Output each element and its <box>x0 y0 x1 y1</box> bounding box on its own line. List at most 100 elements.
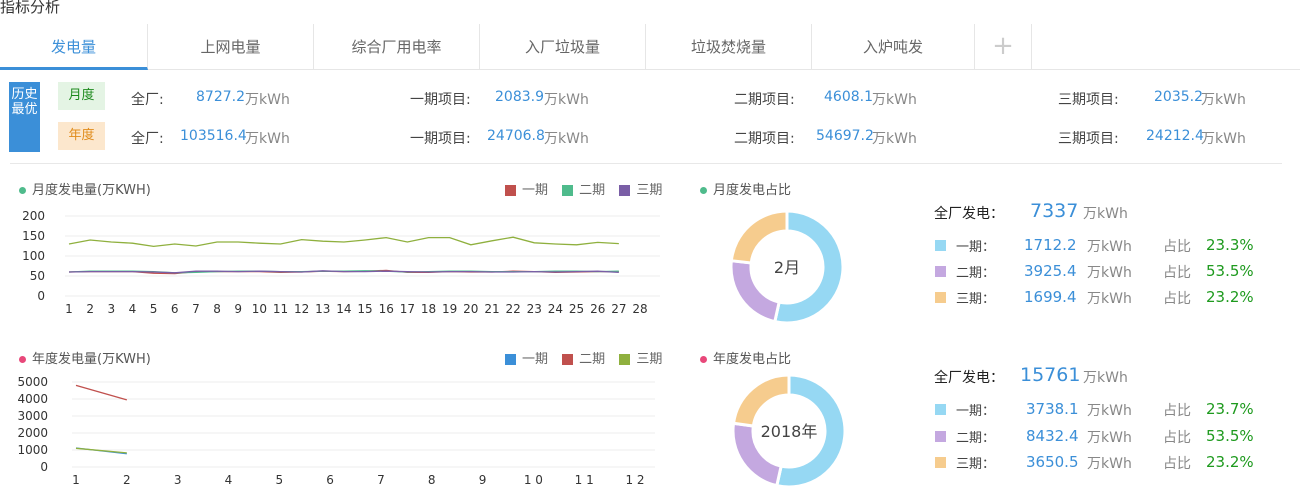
legend-swatch-icon <box>562 185 574 196</box>
legend-item-phase3[interactable]: 三期 <box>619 183 662 198</box>
x-tick-label: 10 <box>252 302 267 316</box>
y-tick-label: 50 <box>30 269 45 283</box>
legend-swatch-icon <box>619 185 631 196</box>
x-tick-label: 3 <box>174 473 182 487</box>
x-tick-label: 15 <box>357 302 372 316</box>
tab-plant-use-rate[interactable]: 综合厂用电率 <box>314 24 480 70</box>
yearly-phase2-pct: 53.5% <box>1206 427 1254 445</box>
x-tick-label: 14 <box>336 302 351 316</box>
x-tick-label: 12 <box>294 302 309 316</box>
x-tick-label: 1 <box>65 302 73 316</box>
x-tick-label: 9 <box>234 302 242 316</box>
tab-grid-power[interactable]: 上网电量 <box>148 24 314 70</box>
yearly-phase3-pct-label: 占比 <box>1163 456 1191 472</box>
monthly-phase1-swatch-icon <box>935 240 946 251</box>
x-tick-label: 1 1 <box>575 473 594 487</box>
monthly-phase1-pct: 23.3% <box>1206 236 1254 254</box>
legend-item-phase1[interactable]: 一期 <box>505 352 548 367</box>
yearly-phase1-swatch-icon <box>935 404 946 415</box>
x-tick-label: 16 <box>379 302 394 316</box>
donut-slice <box>729 259 781 324</box>
monthly-best-plant-value: 8727.2 <box>196 89 245 105</box>
monthly-best-phase1-unit: 万kWh <box>544 92 589 108</box>
y-tick-label: 3000 <box>17 409 48 423</box>
monthly-best-phase2-unit: 万kWh <box>872 92 917 108</box>
x-tick-label: 28 <box>632 302 647 316</box>
monthly-phase3-pct: 23.2% <box>1206 288 1254 306</box>
donut-center-label: 2月 <box>774 258 800 277</box>
series-line <box>75 447 127 454</box>
monthly-best-phase3-unit: 万kWh <box>1201 92 1246 108</box>
x-tick-label: 1 <box>72 473 80 487</box>
page-title: 指标分析 <box>0 0 61 16</box>
monthly-phase2-value: 3925.4 <box>1024 262 1077 280</box>
x-tick-label: 4 <box>129 302 137 316</box>
monthly-chart-legend: 一期 二期 三期 <box>505 179 662 198</box>
legend-item-phase1[interactable]: 一期 <box>505 183 548 198</box>
y-tick-label: 5000 <box>17 375 48 389</box>
x-tick-label: 6 <box>171 302 179 316</box>
yearly-pie-title: 年度发电占比 <box>700 348 791 367</box>
monthly-best-phase3-value: 2035.2 <box>1154 89 1203 105</box>
monthly-phase2-label: 二期： <box>956 266 996 281</box>
monthly-phase1-pct-label: 占比 <box>1163 239 1191 255</box>
add-tab-icon[interactable]: + <box>975 24 1032 70</box>
x-tick-label: 17 <box>400 302 415 316</box>
yearly-phase2-swatch-icon <box>935 431 946 442</box>
legend-item-phase2[interactable]: 二期 <box>562 352 605 367</box>
yearly-phase1-unit: 万kWh <box>1087 403 1132 419</box>
legend-item-phase2[interactable]: 二期 <box>562 183 605 198</box>
yearly-best-phase1-value: 24706.8 <box>487 128 545 144</box>
series-line <box>75 384 127 401</box>
yearly-best-phase3-value: 24212.4 <box>1146 128 1204 144</box>
yearly-donut-chart: 2018年 <box>731 373 847 489</box>
x-tick-label: 7 <box>377 473 385 487</box>
history-best-badge: 历史最优 <box>9 82 40 152</box>
monthly-chart-title-text: 月度发电量(万KWH) <box>32 183 151 198</box>
monthly-phase3-value: 1699.4 <box>1024 288 1077 306</box>
x-tick-label: 6 <box>326 473 334 487</box>
yearly-phase3-swatch-icon <box>935 457 946 468</box>
series-line <box>68 236 619 248</box>
tab-waste-intake[interactable]: 入厂垃圾量 <box>480 24 646 70</box>
yearly-total-label: 全厂发电： <box>934 370 1004 386</box>
monthly-pie-dot-icon <box>700 187 707 194</box>
yearly-phase1-pct: 23.7% <box>1206 400 1254 418</box>
monthly-phase1-label: 一期： <box>956 240 996 255</box>
tab-power-generation[interactable]: 发电量 <box>0 24 148 70</box>
monthly-phase2-unit: 万kWh <box>1087 265 1132 281</box>
donut-slice <box>729 209 789 265</box>
tab-furnace-ton-generation[interactable]: 入炉吨发 <box>812 24 975 70</box>
monthly-line-chart: 0501001502001 2 3 4 5 6 7 8 9 10 11 12 13 14 15 16 17 18 1… <box>22 209 660 316</box>
x-tick-label: 26 <box>590 302 605 316</box>
x-tick-label: 25 <box>569 302 584 316</box>
yearly-phase3-value: 3650.5 <box>1026 453 1079 471</box>
monthly-phase3-unit: 万kWh <box>1087 291 1132 307</box>
x-tick-label: 13 <box>315 302 330 316</box>
monthly-total-label: 全厂发电： <box>934 206 1004 222</box>
x-tick-label: 2 <box>123 473 131 487</box>
x-tick-label: 22 <box>505 302 520 316</box>
x-tick-label: 27 <box>611 302 626 316</box>
section-divider <box>10 163 1282 164</box>
yearly-pie-title-text: 年度发电占比 <box>713 352 792 367</box>
yearly-chart-title-text: 年度发电量(万KWH) <box>32 352 151 367</box>
x-tick-label: 2 <box>86 302 94 316</box>
monthly-best-phase2-label: 二期项目: <box>734 92 795 108</box>
yearly-best-plant-unit: 万kWh <box>245 131 290 147</box>
tab-waste-incineration[interactable]: 垃圾焚烧量 <box>646 24 812 70</box>
y-tick-label: 0 <box>37 289 45 303</box>
monthly-phase3-label: 三期： <box>956 292 996 307</box>
x-tick-label: 24 <box>548 302 563 316</box>
monthly-phase3-swatch-icon <box>935 292 946 303</box>
yearly-phase1-label: 一期： <box>956 404 996 419</box>
monthly-chip: 月度 <box>58 82 105 110</box>
monthly-total-value: 7337 <box>1030 200 1079 222</box>
yearly-phase2-value: 8432.4 <box>1026 427 1079 445</box>
yearly-best-phase3-unit: 万kWh <box>1201 131 1246 147</box>
monthly-best-phase2-value: 4608.1 <box>824 89 873 105</box>
y-tick-label: 0 <box>40 460 48 474</box>
legend-item-phase3[interactable]: 三期 <box>619 352 662 367</box>
yearly-phase3-unit: 万kWh <box>1087 456 1132 472</box>
x-tick-label: 5 <box>275 473 283 487</box>
